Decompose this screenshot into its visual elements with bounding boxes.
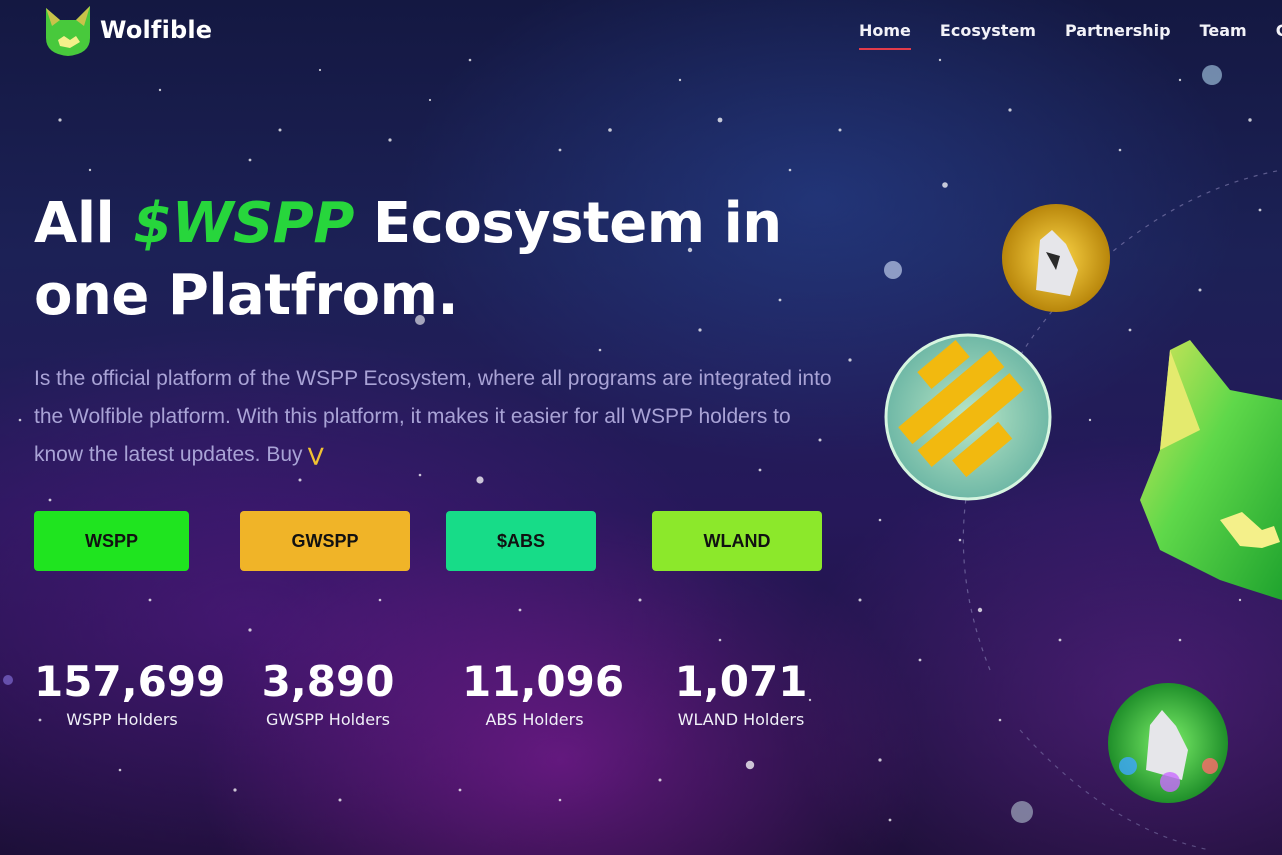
green-wolf-mascot [1140, 340, 1282, 600]
hero-title-line2: one Platfrom. [34, 263, 459, 328]
hero-title-prefix: All [34, 191, 115, 256]
stat-value: 157,699 [34, 657, 226, 706]
gwspp-button[interactable]: GWSPP [240, 511, 410, 571]
nav-team[interactable]: Team [1200, 21, 1247, 50]
wland-button[interactable]: WLAND [652, 511, 822, 571]
ecosystem-illustration [884, 170, 1282, 851]
stat-wland-holders: 1,071 WLAND Holders [666, 657, 816, 730]
nav-ecosystem[interactable]: Ecosystem [940, 21, 1036, 50]
gold-wolf-coin [1002, 204, 1110, 312]
stat-label: GWSPP Holders [266, 710, 390, 729]
hero-description: Is the official platform of the WSPP Eco… [34, 360, 834, 474]
stat-value: 3,890 [261, 657, 395, 706]
nav-contact[interactable]: Co [1276, 21, 1282, 50]
nav-partnership[interactable]: Partnership [1065, 21, 1171, 50]
nav-home[interactable]: Home [859, 21, 911, 50]
stat-value: 1,071 [674, 657, 808, 706]
brand-name: Wolfible [100, 16, 213, 44]
green-wolf-coin [1108, 683, 1228, 803]
stat-label: WLAND Holders [677, 710, 805, 729]
wspp-button[interactable]: WSPP [34, 511, 189, 571]
stat-label: ABS Holders [485, 710, 584, 729]
wolf-logo-icon [46, 6, 90, 56]
hero-title-suffix: Ecosystem in [372, 191, 782, 256]
brand-logo[interactable]: Wolfible [40, 2, 212, 58]
hero-title-accent: $WSPP [133, 191, 354, 256]
stat-value: 11,096 [462, 657, 625, 706]
hero-description-text: Is the official platform of the WSPP Eco… [34, 367, 832, 466]
stat-abs-holders: 11,096 ABS Holders [462, 657, 625, 730]
double-chevron-down-icon[interactable]: ⋁ [308, 445, 323, 465]
stat-wspp-holders: 157,699 WSPP Holders [34, 657, 226, 730]
token-coin-icon [884, 333, 1052, 501]
site-header: Wolfible Home Ecosystem Partnership Team… [0, 0, 1282, 64]
stat-label: WSPP Holders [66, 710, 178, 729]
main-nav: Home Ecosystem Partnership Team Co [859, 21, 1282, 50]
abs-button[interactable]: $ABS [446, 511, 596, 571]
stat-gwspp-holders: 3,890 GWSPP Holders [250, 657, 406, 730]
hero-title: All $WSPP Ecosystem in one Platfrom. [34, 188, 794, 332]
